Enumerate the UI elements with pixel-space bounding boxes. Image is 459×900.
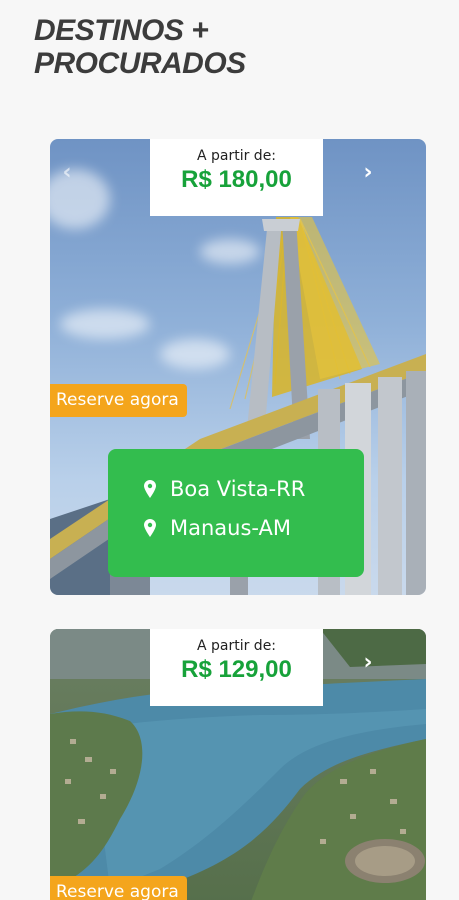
- price-box: A partir de: R$ 180,00: [150, 139, 323, 216]
- price-label: A partir de:: [196, 638, 277, 654]
- chevron-left-icon[interactable]: ‹: [57, 161, 77, 185]
- reserve-button[interactable]: Reserve agora: [50, 384, 187, 417]
- route-origin: Boa Vista-RR: [144, 469, 364, 508]
- reserve-button[interactable]: Reserve agora: [50, 876, 187, 900]
- section-title-line1: DESTINOS +: [34, 14, 209, 47]
- route-destination: Manaus-AM: [144, 508, 364, 547]
- price-value: R$ 129,00: [181, 656, 292, 683]
- price-value: R$ 180,00: [181, 166, 292, 193]
- chevron-right-icon[interactable]: ›: [358, 651, 378, 675]
- section-title: DESTINOS + PROCURADOS: [34, 14, 246, 80]
- route-destination-label: Manaus-AM: [170, 515, 292, 540]
- destination-card[interactable]: A partir de: R$ 180,00 ‹ › Reserve agora…: [50, 139, 426, 595]
- location-pin-icon: [144, 479, 156, 498]
- destination-card[interactable]: A partir de: R$ 129,00 › Reserve agora: [50, 629, 426, 900]
- section-title-line2: PROCURADOS: [34, 47, 246, 80]
- route-box: Boa Vista-RR Manaus-AM: [108, 449, 364, 577]
- chevron-right-icon[interactable]: ›: [358, 161, 378, 185]
- location-pin-icon: [144, 518, 156, 537]
- price-label: A partir de:: [196, 148, 277, 164]
- route-origin-label: Boa Vista-RR: [170, 476, 306, 501]
- price-box: A partir de: R$ 129,00: [150, 629, 323, 706]
